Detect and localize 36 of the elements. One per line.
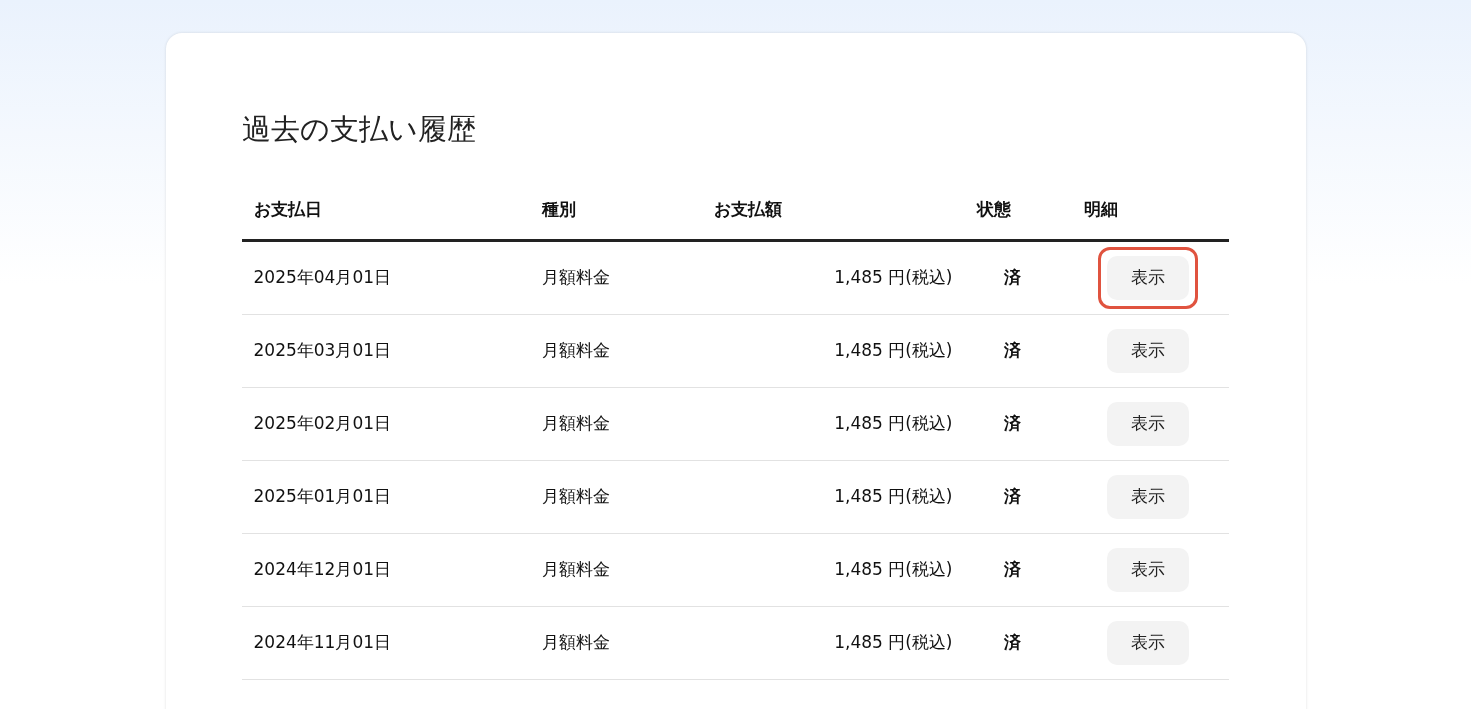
column-header: お支払日 — [253, 199, 322, 220]
amount-cell-text: 1,485 円(税込) — [834, 485, 953, 509]
view-button[interactable]: 表示 — [1106, 475, 1189, 519]
status-cell: 済 — [1003, 632, 1021, 653]
column-header: 種別 — [541, 199, 576, 220]
view-button[interactable]: 表示 — [1106, 329, 1189, 373]
type-cell: 月額料金 — [541, 267, 610, 288]
amount-cell-text: 1,485 円(税込) — [834, 266, 953, 290]
column-header: 状態 — [976, 199, 1011, 220]
date-cell: 2024年11月01日 — [253, 632, 392, 653]
date-cell: 2024年12月01日 — [253, 559, 392, 580]
column-header: 明細 — [1083, 199, 1118, 220]
date-cell: 2025年01月01日 — [253, 486, 392, 507]
view-button[interactable]: 表示 — [1106, 402, 1189, 446]
type-cell: 月額料金 — [541, 340, 610, 361]
date-cell: 2025年02月01日 — [253, 413, 392, 434]
view-button[interactable]: 表示 — [1106, 621, 1189, 665]
type-cell: 月額料金 — [541, 486, 610, 507]
status-cell: 済 — [1003, 486, 1021, 507]
view-button[interactable]: 表示 — [1106, 256, 1189, 300]
amount-cell-text: 1,485 円(税込) — [834, 412, 953, 436]
status-cell: 済 — [1003, 267, 1021, 288]
amount-cell-text: 1,485 円(税込) — [834, 339, 953, 363]
amount-cell-text: 1,485 円(税込) — [834, 631, 953, 655]
type-cell: 月額料金 — [541, 413, 610, 434]
view-button[interactable]: 表示 — [1106, 548, 1189, 592]
page-title: 過去の支払い履歴 — [241, 111, 477, 148]
column-header: お支払額 — [713, 199, 782, 220]
type-cell: 月額料金 — [541, 559, 610, 580]
type-cell: 月額料金 — [541, 632, 610, 653]
status-cell: 済 — [1003, 559, 1021, 580]
status-cell: 済 — [1003, 340, 1021, 361]
status-cell: 済 — [1003, 413, 1021, 434]
date-cell: 2025年03月01日 — [253, 340, 392, 361]
amount-cell-text: 1,485 円(税込) — [834, 558, 953, 582]
date-cell: 2025年04月01日 — [253, 267, 392, 288]
